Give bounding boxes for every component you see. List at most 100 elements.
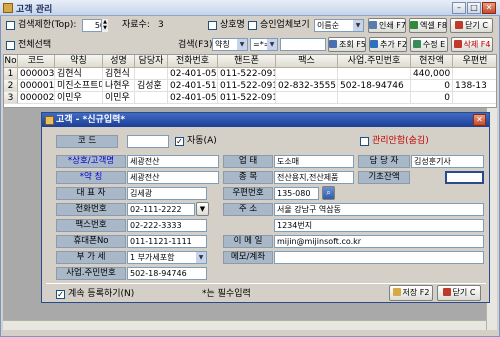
add-button[interactable]: 추가 F2 bbox=[369, 37, 407, 52]
close-window-button[interactable]: ✕ bbox=[482, 2, 496, 14]
exit-icon bbox=[455, 21, 464, 29]
approval-checkbox[interactable] bbox=[248, 21, 257, 30]
column-header[interactable]: 약칭 bbox=[55, 55, 103, 68]
table-cell[interactable]: 000001 bbox=[18, 80, 55, 92]
row-number[interactable]: 1 bbox=[4, 68, 18, 80]
search-icon: ⌕ bbox=[326, 188, 331, 197]
abbr-input[interactable]: 세광전산 bbox=[127, 171, 219, 184]
table-cell[interactable]: 000003 bbox=[18, 68, 55, 80]
column-header[interactable]: 성명 bbox=[103, 55, 135, 68]
mobile-input[interactable]: 011-1121-1111 bbox=[127, 235, 207, 248]
search-input[interactable] bbox=[280, 38, 326, 51]
table-cell[interactable]: 138-13 bbox=[453, 80, 496, 92]
table-cell[interactable] bbox=[338, 92, 411, 104]
column-header[interactable]: 현잔액 bbox=[411, 55, 453, 68]
save-button[interactable]: 저장 F2 bbox=[389, 285, 433, 301]
table-cell[interactable]: 0 bbox=[411, 92, 453, 104]
email-label: 이 메 일 bbox=[223, 235, 273, 248]
business-input[interactable]: 도소매 bbox=[274, 155, 354, 168]
column-header[interactable]: 전화번호 bbox=[168, 55, 218, 68]
phone-input[interactable]: 02-111-2222 bbox=[127, 203, 195, 216]
memo-input[interactable] bbox=[274, 251, 484, 264]
table-cell[interactable]: 02-832-3555 bbox=[276, 80, 338, 92]
trade-name-input[interactable]: 세광전산 bbox=[127, 155, 219, 168]
table-cell[interactable]: 나현우 bbox=[103, 80, 135, 92]
vat-select[interactable]: 1 부가세포함 ▼ bbox=[127, 251, 207, 264]
plus-icon bbox=[370, 40, 378, 48]
bizno-label: 사업.주민번호 bbox=[56, 267, 126, 280]
table-cell[interactable]: 011-522-0911 bbox=[218, 92, 276, 104]
table-cell[interactable]: 김현식 bbox=[103, 68, 135, 80]
search-operator-select[interactable]: =*= ▼ bbox=[250, 38, 278, 51]
table-cell[interactable]: 011-522-0911 bbox=[218, 80, 276, 92]
address-input-2[interactable]: 1234번지 bbox=[274, 219, 484, 232]
table-cell[interactable]: 김현식 bbox=[55, 68, 103, 80]
minimize-button[interactable]: – bbox=[452, 2, 466, 14]
phone-dropdown-button[interactable]: ▼ bbox=[196, 202, 209, 216]
table-cell[interactable] bbox=[135, 92, 168, 104]
row-number[interactable]: 2 bbox=[4, 80, 18, 92]
table-cell[interactable] bbox=[276, 68, 338, 80]
column-header[interactable]: 사업.주민번호 bbox=[338, 55, 411, 68]
table-cell[interactable]: 미진소프트대 bbox=[55, 80, 103, 92]
mobile-label: 휴대폰No bbox=[56, 235, 126, 248]
trade-name-checkbox[interactable] bbox=[208, 21, 217, 30]
column-header[interactable]: 우편번 bbox=[453, 55, 496, 68]
show-all-checkbox[interactable] bbox=[6, 41, 15, 50]
column-header[interactable]: No bbox=[4, 55, 18, 68]
zip-input[interactable]: 135-080 bbox=[274, 187, 319, 200]
column-header[interactable]: 핸드폰 bbox=[218, 55, 276, 68]
memo-label: 메모/계좌 bbox=[223, 251, 273, 264]
dialog-close-button[interactable]: 닫기 C bbox=[437, 285, 481, 301]
table-cell[interactable]: 011-522-0911 bbox=[218, 68, 276, 80]
table-cell[interactable]: 0 bbox=[411, 80, 453, 92]
delete-button[interactable]: 삭제 F4 bbox=[451, 37, 493, 52]
balance-input[interactable] bbox=[445, 171, 484, 184]
table-cell[interactable] bbox=[453, 92, 496, 104]
table-cell[interactable]: 김성훈 bbox=[135, 80, 168, 92]
row-number[interactable]: 3 bbox=[4, 92, 18, 104]
search-limit-checkbox[interactable] bbox=[6, 21, 15, 30]
item-input[interactable]: 전산용지,전산제품 bbox=[274, 171, 354, 184]
print-button[interactable]: 인쇄 F7 bbox=[368, 18, 406, 33]
address-input-1[interactable]: 서울 강남구 역삼동 bbox=[274, 203, 484, 216]
table-cell[interactable]: 440,000 bbox=[411, 68, 453, 80]
table-cell[interactable] bbox=[338, 68, 411, 80]
fax-input[interactable]: 02-222-3333 bbox=[127, 219, 207, 232]
maximize-button[interactable]: □ bbox=[467, 2, 481, 14]
table-cell[interactable] bbox=[453, 68, 496, 80]
table-cell[interactable]: 02-401-0516 bbox=[168, 68, 218, 80]
search-limit-spinner[interactable]: ▲ ▼ bbox=[101, 19, 108, 32]
table-cell[interactable] bbox=[135, 68, 168, 80]
table-cell[interactable]: 02-401-5121 bbox=[168, 80, 218, 92]
table-cell[interactable]: 502-18-94746 bbox=[338, 80, 411, 92]
query-button[interactable]: 조회 F5 bbox=[328, 37, 366, 52]
column-header[interactable]: 코드 bbox=[18, 55, 55, 68]
search-icon bbox=[329, 40, 337, 48]
edit-button[interactable]: 수정 E bbox=[410, 37, 448, 52]
table-cell[interactable] bbox=[276, 92, 338, 104]
zip-search-button[interactable]: ⌕ bbox=[322, 186, 335, 200]
dialog-close-icon[interactable]: ✕ bbox=[473, 114, 486, 126]
email-input[interactable]: mijin@mijinsoft.co.kr bbox=[274, 235, 484, 248]
bizno-input[interactable]: 502-18-94746 bbox=[127, 267, 207, 280]
column-header[interactable]: 팩스 bbox=[276, 55, 338, 68]
table-cell[interactable]: 이민우 bbox=[55, 92, 103, 104]
close-button[interactable]: 닫기 C bbox=[450, 18, 493, 33]
continue-checkbox[interactable]: ✓ bbox=[56, 290, 65, 299]
table-cell[interactable]: 이민우 bbox=[103, 92, 135, 104]
excel-icon bbox=[410, 21, 418, 29]
ceo-input[interactable]: 김세광 bbox=[127, 187, 207, 200]
column-header[interactable]: 담당자 bbox=[135, 55, 168, 68]
table-cell[interactable]: 02-401-0511 bbox=[168, 92, 218, 104]
manage-checkbox[interactable] bbox=[360, 137, 369, 146]
excel-button[interactable]: 엑셀 F8 bbox=[409, 18, 447, 33]
sort-select[interactable]: 이름순 ▼ bbox=[314, 19, 364, 32]
horizontal-scrollbar[interactable] bbox=[3, 320, 486, 330]
chevron-down-icon: ▼ bbox=[199, 205, 206, 213]
manager-input[interactable]: 김성훈기사 bbox=[411, 155, 484, 168]
table-cell[interactable]: 000002 bbox=[18, 92, 55, 104]
code-input[interactable] bbox=[127, 135, 169, 148]
search-field-select[interactable]: 약칭 ▼ bbox=[212, 38, 248, 51]
auto-checkbox[interactable]: ✓ bbox=[175, 137, 184, 146]
